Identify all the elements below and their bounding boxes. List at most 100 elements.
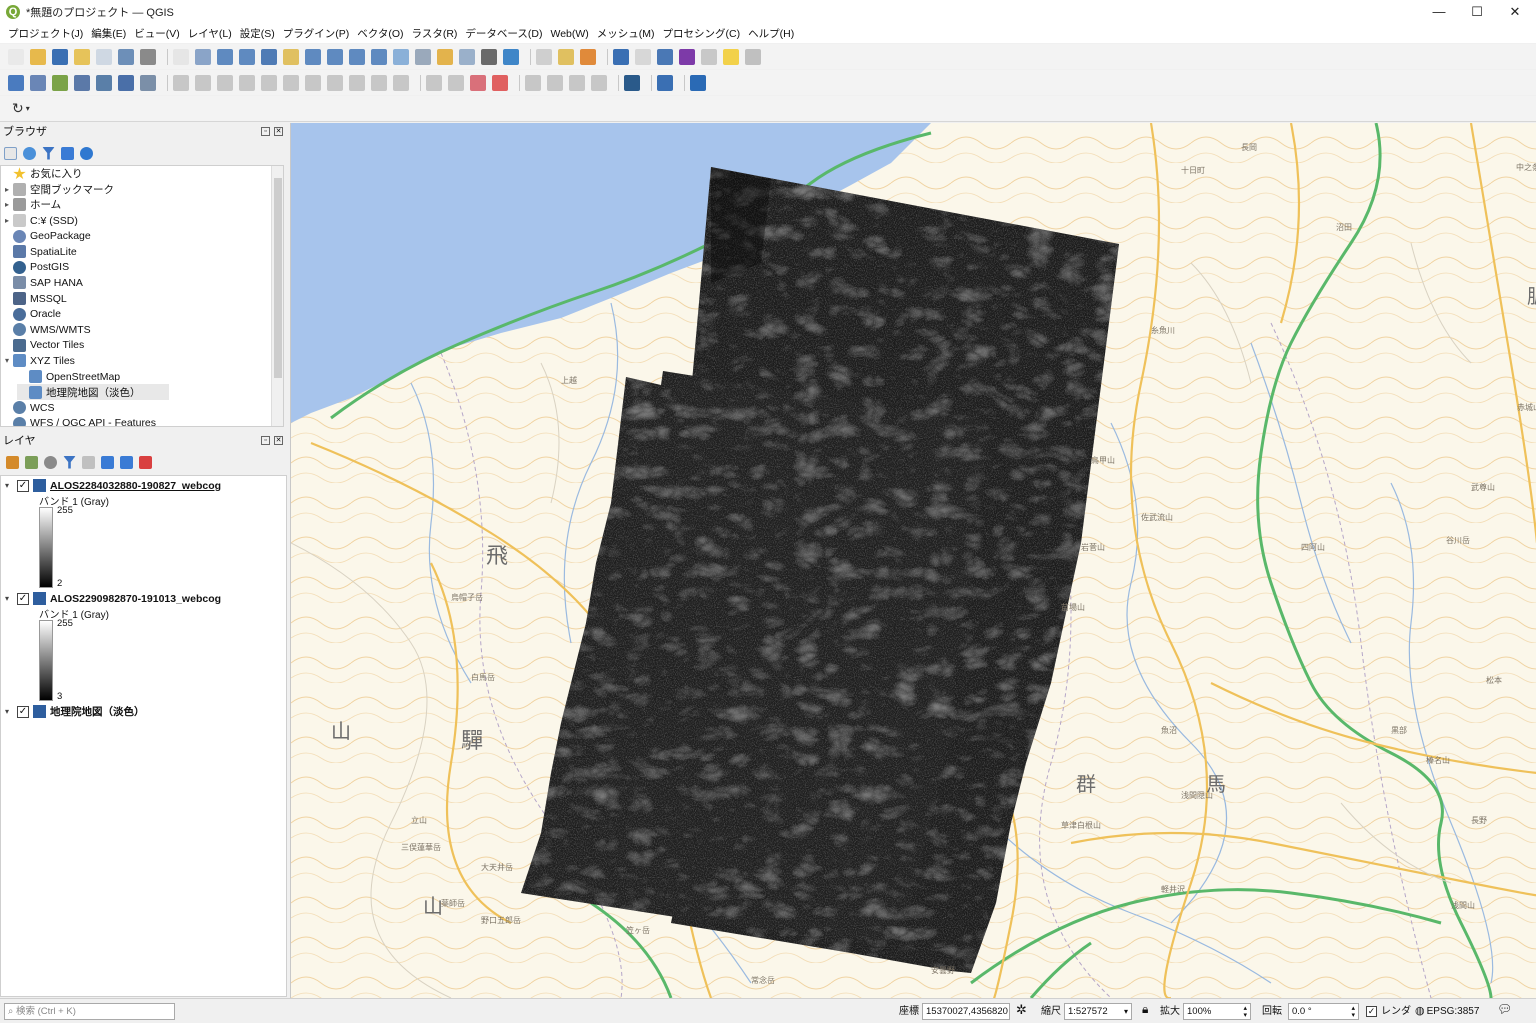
digitize-icon[interactable] — [173, 74, 189, 91]
save-project-icon[interactable] — [52, 48, 68, 65]
save-as-icon[interactable] — [74, 48, 90, 65]
browser-item[interactable]: ▾ XYZ Tiles — [1, 353, 283, 369]
refresh-icon[interactable] — [503, 48, 519, 65]
collapse-all-icon[interactable] — [61, 146, 74, 160]
close-panel-icon[interactable]: ✕ — [274, 127, 283, 136]
browser-item[interactable]: WMS/WMTS — [1, 322, 283, 338]
scale-field[interactable]: 1:527572 ▾ — [1064, 1003, 1132, 1020]
measure-icon[interactable] — [701, 48, 717, 65]
remove-layer-icon[interactable] — [139, 455, 152, 469]
browser-item[interactable]: お気に入り — [1, 166, 283, 182]
layout-manager-icon[interactable] — [118, 48, 134, 65]
help-icon[interactable] — [690, 74, 706, 91]
paste-icon[interactable] — [349, 74, 365, 91]
maximize-button[interactable]: ☐ — [1456, 0, 1498, 24]
move-label-icon[interactable] — [492, 74, 508, 91]
new-project-icon[interactable] — [8, 48, 24, 65]
zoom-full-icon[interactable] — [261, 48, 277, 65]
layer-name[interactable]: ALOS2290982870-191013_webcog — [50, 593, 221, 605]
bookmark-new-icon[interactable] — [437, 48, 453, 65]
lock-scale-icon[interactable]: 🔒︎ — [1142, 1002, 1148, 1017]
browser-item[interactable]: ▸ ホーム — [1, 197, 283, 213]
menu-item[interactable]: データベース(D) — [461, 26, 546, 41]
zoom-next-icon[interactable] — [371, 48, 387, 65]
label-tool-icon[interactable] — [426, 74, 442, 91]
cut-icon[interactable] — [305, 74, 321, 91]
filter-legend-icon[interactable] — [63, 455, 76, 469]
browser-item[interactable]: Oracle — [1, 306, 283, 322]
collapse-all-icon[interactable] — [120, 455, 133, 469]
menu-item[interactable]: ベクタ(O) — [353, 26, 407, 41]
browser-item[interactable]: 地理院地図（淡色） — [17, 384, 169, 400]
info-icon[interactable] — [80, 146, 93, 160]
show-bookmarks-icon[interactable] — [459, 48, 475, 65]
menu-item[interactable]: レイヤ(L) — [184, 26, 236, 41]
map-canvas[interactable]: 飛山驒山群馬脈三俣蓮華岳大天井岳岩菅山苗場山谷川岳武尊山赤城山浅間隠山軽井沢草津… — [290, 123, 1536, 998]
minimize-button[interactable]: — — [1418, 0, 1460, 24]
chevron-down-icon[interactable]: ▾ — [5, 481, 17, 490]
menu-item[interactable]: 設定(S) — [236, 26, 279, 41]
expand-all-icon[interactable] — [101, 455, 114, 469]
layer-item[interactable]: ▾ ✓ ALOS2290982870-191013_webcog — [5, 591, 221, 606]
browser-item[interactable]: PostGIS — [1, 260, 283, 276]
statistics-icon[interactable] — [679, 48, 695, 65]
new-shapefile-layer-icon[interactable] — [52, 74, 68, 91]
delete-selected-icon[interactable] — [283, 74, 299, 91]
identify-features-icon[interactable] — [613, 48, 629, 65]
new-3d-view-icon[interactable] — [415, 48, 431, 65]
select-features-icon[interactable] — [558, 48, 574, 65]
layer-item[interactable]: ▾ ✓ ALOS2284032880-190827_webcog — [5, 478, 221, 493]
add-group-icon[interactable] — [25, 455, 38, 469]
pan-icon[interactable] — [173, 48, 189, 65]
spinner-arrows-icon[interactable]: ▴ ▾ — [1243, 1005, 1247, 1019]
undo-icon[interactable] — [371, 74, 387, 91]
crs-button[interactable]: ◍ EPSG:3857 — [1415, 1004, 1479, 1019]
redo-icon[interactable] — [393, 74, 409, 91]
plugin-globe-icon[interactable] — [624, 74, 640, 91]
expand-arrow-icon[interactable]: ▸ — [1, 185, 13, 194]
vertex-tool-icon[interactable] — [261, 74, 277, 91]
chevron-down-icon[interactable]: ▾ — [1124, 1004, 1128, 1019]
copy-icon[interactable] — [327, 74, 343, 91]
zoom-to-layer-icon[interactable] — [305, 48, 321, 65]
style-manager-icon[interactable] — [140, 48, 156, 65]
attribute-table-icon[interactable] — [635, 48, 651, 65]
pin-label-icon[interactable] — [448, 74, 464, 91]
identify-icon[interactable] — [536, 48, 552, 65]
zoom-in-icon[interactable] — [217, 48, 233, 65]
menu-item[interactable]: ヘルプ(H) — [744, 26, 798, 41]
menu-item[interactable]: プロセシング(C) — [659, 26, 745, 41]
new-spatialite-layer-icon[interactable] — [74, 74, 90, 91]
open-project-icon[interactable] — [30, 48, 46, 65]
browser-item[interactable]: SAP HANA — [1, 275, 283, 291]
browser-item[interactable]: WCS — [1, 400, 283, 416]
browser-item[interactable]: WFS / OGC API - Features — [1, 416, 283, 426]
render-checkbox[interactable]: ✓ — [1366, 1006, 1377, 1017]
zoom-out-icon[interactable] — [239, 48, 255, 65]
browser-item[interactable]: Vector Tiles — [1, 338, 283, 354]
temporal-controller-icon[interactable] — [481, 48, 497, 65]
data-source-manager-icon[interactable] — [8, 74, 24, 91]
map-tips-icon[interactable] — [745, 48, 761, 65]
new-virtual-layer-icon[interactable] — [96, 74, 112, 91]
chevron-down-icon[interactable]: ▾ — [5, 594, 17, 603]
coordinate-field[interactable]: 15370027,4356820 — [922, 1003, 1010, 1020]
render-toggle[interactable]: ✓ レンダ — [1366, 1004, 1411, 1019]
menu-item[interactable]: メッシュ(M) — [593, 26, 659, 41]
browser-item[interactable]: MSSQL — [1, 291, 283, 307]
filter-icon[interactable] — [42, 146, 55, 160]
close-panel-icon[interactable]: ✕ — [274, 436, 283, 445]
zoom-last-icon[interactable] — [349, 48, 365, 65]
float-panel-icon[interactable]: ▫ — [261, 436, 270, 445]
zoom-native-icon[interactable] — [327, 48, 343, 65]
highlight-label-icon[interactable] — [470, 74, 486, 91]
zoom-to-selection-icon[interactable] — [283, 48, 299, 65]
browser-item[interactable]: SpatiaLite — [1, 244, 283, 260]
print-layout-icon[interactable] — [96, 48, 112, 65]
expand-arrow-icon[interactable]: ▸ — [1, 216, 13, 225]
layer-visibility-checkbox[interactable]: ✓ — [17, 479, 29, 492]
diagram-tool-icon[interactable] — [591, 74, 607, 91]
menu-item[interactable]: Web(W) — [546, 28, 592, 40]
python-console-icon[interactable] — [657, 74, 673, 91]
layer-visibility-checkbox[interactable]: ✓ — [17, 705, 29, 718]
